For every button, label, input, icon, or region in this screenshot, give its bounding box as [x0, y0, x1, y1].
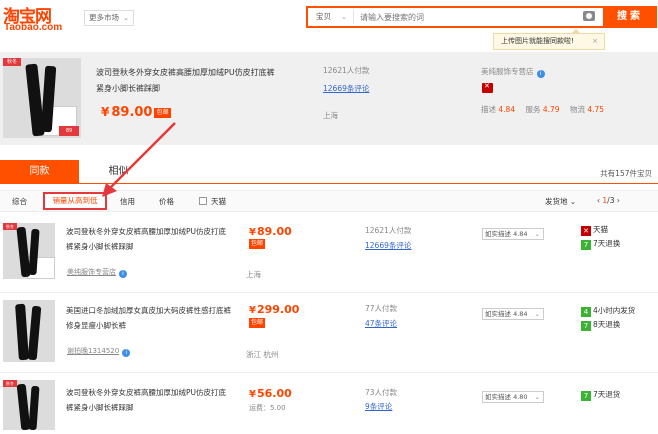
annotation-arrow	[102, 122, 176, 197]
